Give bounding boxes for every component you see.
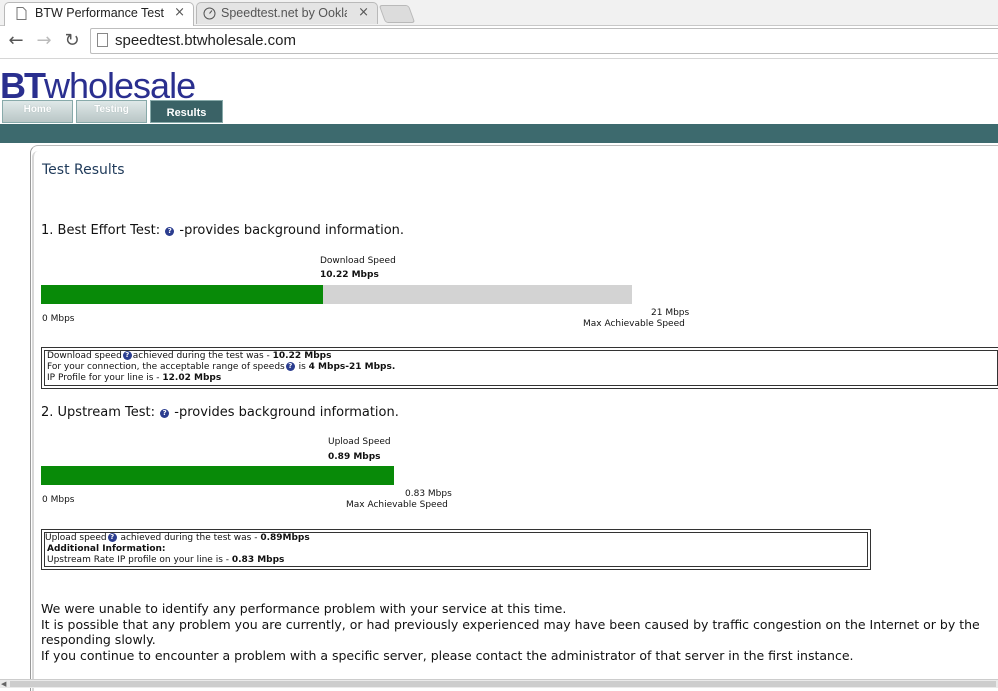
close-tab-icon[interactable]: × <box>358 5 369 20</box>
tab-title: BTW Performance Test <box>35 6 164 20</box>
tab-results[interactable]: Results <box>150 100 223 123</box>
download-min-label: 0 Mbps <box>42 314 75 324</box>
message-line: responding slowly. <box>41 632 156 647</box>
page-icon <box>16 7 27 20</box>
upload-speed-label: Upload Speed <box>328 437 391 447</box>
upload-min-label: 0 Mbps <box>42 495 75 505</box>
help-icon[interactable]: ? <box>285 362 295 371</box>
back-icon[interactable]: ← <box>5 31 27 51</box>
download-speed-fill <box>41 285 324 304</box>
ip-profile-line: IP Profile for your line is - 12.02 Mbps <box>47 373 222 383</box>
browser-tab-btw[interactable]: BTW Performance Test × <box>4 2 194 26</box>
tab-title: Speedtest.net by Ookla - <box>221 6 347 20</box>
help-icon[interactable]: ? <box>107 533 117 542</box>
download-speed-bar <box>41 285 632 304</box>
tab-home[interactable]: Home <box>2 100 73 123</box>
upload-speed-fill <box>41 466 394 485</box>
upload-info-line: Upload speed? achieved during the test w… <box>45 533 310 543</box>
download-speed-value: 10.22 Mbps <box>320 270 379 280</box>
url-text: speedtest.btwholesale.com <box>115 32 296 49</box>
additional-info-heading: Additional Information: <box>47 544 166 554</box>
browser-tab-strip: BTW Performance Test × Speedtest.net by … <box>0 0 998 26</box>
new-tab-button[interactable] <box>378 5 416 23</box>
scrollbar-thumb[interactable] <box>10 681 996 687</box>
browser-tab-speedtest[interactable]: Speedtest.net by Ookla - × <box>196 2 378 24</box>
upload-max-value: 0.83 Mbps <box>405 489 452 499</box>
speedometer-icon <box>203 7 216 20</box>
download-info-box: Download speed? achieved during the test … <box>41 347 998 389</box>
close-tab-icon[interactable]: × <box>174 5 185 20</box>
tab-testing[interactable]: Testing <box>76 100 147 123</box>
upstream-heading: 2. Upstream Test: ? -provides background… <box>41 405 399 420</box>
upload-max-label: Max Achievable Speed <box>346 500 448 510</box>
upload-speed-value: 0.89 Mbps <box>328 452 381 462</box>
help-icon[interactable]: ? <box>160 409 170 418</box>
page-title: Test Results <box>42 162 125 178</box>
help-icon[interactable]: ? <box>165 227 175 236</box>
best-effort-heading: 1. Best Effort Test: ? -provides backgro… <box>41 223 405 238</box>
page-icon <box>97 33 108 47</box>
reload-icon[interactable]: ↻ <box>61 31 83 51</box>
upload-speed-bar <box>41 466 394 485</box>
forward-icon[interactable]: → <box>33 31 55 51</box>
download-speed-label: Download Speed <box>320 256 396 266</box>
help-icon[interactable]: ? <box>122 351 132 360</box>
download-info-line: Download speed? achieved during the test … <box>47 351 332 361</box>
upload-info-box: Upload speed? achieved during the test w… <box>41 529 871 570</box>
header-band <box>0 124 998 143</box>
download-max-value: 21 Mbps <box>651 308 690 318</box>
result-message: We were unable to identify any performan… <box>41 601 998 663</box>
upstream-profile-line: Upstream Rate IP profile on your line is… <box>47 555 285 565</box>
message-line: We were unable to identify any performan… <box>41 601 567 616</box>
message-line: If you continue to encounter a problem w… <box>41 647 854 663</box>
range-info-line: For your connection, the acceptable rang… <box>47 362 396 372</box>
address-bar[interactable]: speedtest.btwholesale.com <box>90 28 998 54</box>
message-line: It is possible that any problem you are … <box>41 616 980 632</box>
download-max-label: Max Achievable Speed <box>583 319 685 329</box>
browser-toolbar: ← → ↻ speedtest.btwholesale.com <box>0 26 998 59</box>
